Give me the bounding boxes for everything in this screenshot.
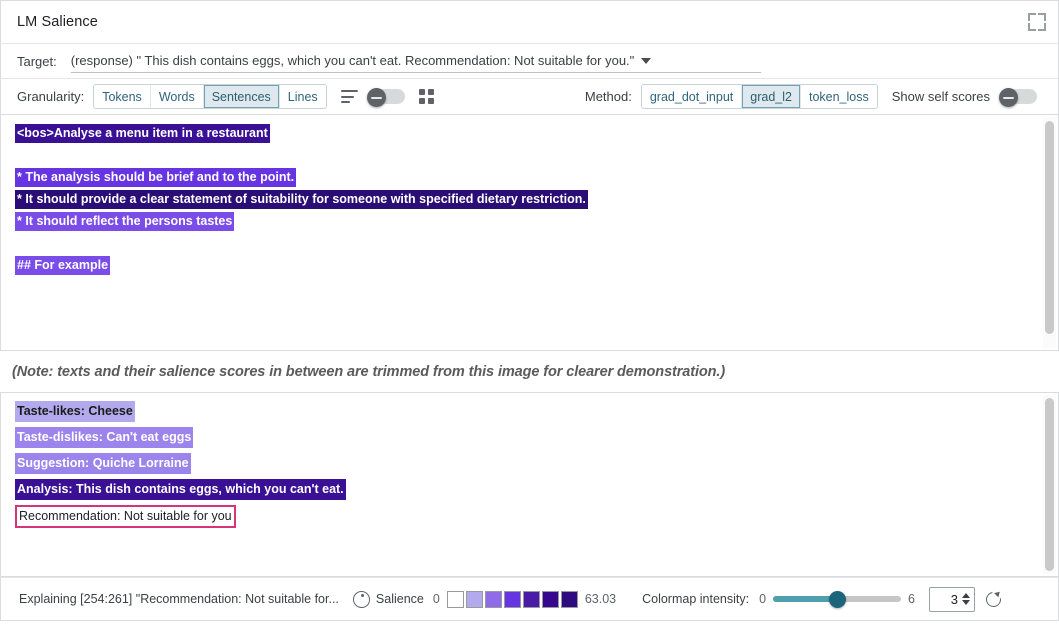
legend-max-value: 63.03	[584, 592, 617, 606]
salience-segment-row: <bos>Analyse a menu item in a restaurant	[15, 124, 1058, 143]
legend-min-value: 0	[432, 592, 440, 606]
toggle-knob	[366, 88, 386, 107]
salience-chip[interactable]: Taste-likes: Cheese	[15, 401, 135, 422]
salience-segment-row	[15, 234, 1058, 253]
color-palette-icon	[352, 590, 370, 608]
salience-chip[interactable]: Taste-dislikes: Can't eat eggs	[15, 427, 194, 448]
response-segment-list: Taste-likes: Cheese Taste-dislikes: Can'…	[1, 393, 1058, 537]
salience-segment-row	[15, 146, 1058, 165]
salience-chip[interactable]: ## For example	[15, 256, 111, 275]
target-selected-value: (response) " This dish contains eggs, wh…	[70, 53, 635, 68]
salience-chip[interactable]: * The analysis should be brief and to th…	[15, 168, 297, 187]
status-bar: Explaining [254:261] "Recommendation: No…	[0, 577, 1059, 621]
prompt-panel-scrollbar[interactable]	[1043, 117, 1056, 348]
scrollbar-thumb[interactable]	[1045, 398, 1054, 571]
slider-fill	[773, 596, 838, 602]
show-self-scores-label: Show self scores	[891, 89, 990, 104]
salience-chip[interactable]: <bos>Analyse a menu item in a restaurant	[15, 124, 270, 143]
prompt-segment-list: <bos>Analyse a menu item in a restaurant…	[1, 115, 1058, 306]
target-label: Target:	[17, 53, 57, 69]
legend-swatch	[446, 590, 464, 608]
salience-segment-row: * It should provide a clear statement of…	[15, 190, 1058, 209]
colormap-intensity-stepper[interactable]: 3	[929, 586, 975, 612]
controls-row: Granularity: Tokens Words Sentences Line…	[0, 79, 1059, 115]
salience-segment-row: * The analysis should be brief and to th…	[15, 168, 1058, 187]
legend-swatch	[503, 590, 521, 608]
show-self-scores-toggle[interactable]	[999, 88, 1037, 107]
method-option-grad-dot-input[interactable]: grad_dot_input	[641, 85, 743, 108]
colormap-intensity-slider[interactable]	[773, 590, 902, 608]
salience-chip[interactable]: * It should provide a clear statement of…	[15, 190, 588, 209]
legend-swatch	[560, 590, 578, 608]
granularity-label: Granularity:	[17, 89, 85, 104]
salience-legend-label: Salience	[375, 592, 424, 606]
salience-segment-row: Suggestion: Quiche Lorraine	[15, 453, 1058, 474]
granularity-segmented-control: Tokens Words Sentences Lines	[93, 84, 327, 109]
salience-segment-row: Recommendation: Not suitable for you	[15, 505, 1058, 528]
method-option-grad-l2[interactable]: grad_l2	[742, 85, 801, 108]
colormap-intensity-label: Colormap intensity:	[642, 592, 750, 606]
target-row: Target: (response) " This dish contains …	[0, 44, 1059, 79]
granularity-option-lines[interactable]: Lines	[279, 85, 326, 108]
prompt-salience-panel: <bos>Analyse a menu item in a restaurant…	[0, 115, 1059, 351]
salience-chip-selected[interactable]: Recommendation: Not suitable for you	[15, 505, 236, 528]
legend-swatch	[541, 590, 559, 608]
toggle-knob	[999, 88, 1018, 107]
method-label: Method:	[584, 89, 632, 104]
display-mode-toggle[interactable]	[366, 88, 405, 107]
slider-max-label: 6	[908, 592, 915, 606]
slider-min-label: 0	[759, 592, 767, 606]
granularity-option-sentences[interactable]: Sentences	[203, 85, 280, 108]
lm-salience-module: LM Salience Target: (response) " This di…	[0, 0, 1059, 629]
explaining-status-text: Explaining [254:261] "Recommendation: No…	[19, 592, 339, 606]
legend-swatch	[522, 590, 540, 608]
target-dropdown[interactable]: (response) " This dish contains eggs, wh…	[70, 49, 761, 73]
chevron-down-icon	[641, 57, 652, 64]
spinner-updown-icon[interactable]	[962, 593, 970, 605]
salience-segment-row: Analysis: This dish contains eggs, which…	[15, 479, 1058, 500]
salience-chip[interactable]: Analysis: This dish contains eggs, which…	[15, 479, 346, 500]
salience-chip[interactable]: Suggestion: Quiche Lorraine	[15, 453, 191, 474]
salience-segment-row: ## For example	[15, 256, 1058, 275]
response-salience-panel: Taste-likes: Cheese Taste-dislikes: Can'…	[0, 392, 1059, 577]
scrollbar-thumb[interactable]	[1045, 121, 1054, 334]
response-panel-scrollbar[interactable]	[1043, 395, 1056, 574]
trimmed-note: (Note: texts and their salience scores i…	[12, 364, 726, 380]
fullscreen-expand-icon[interactable]	[1028, 13, 1046, 31]
legend-swatch	[484, 590, 502, 608]
colormap-intensity-control: 0 6	[759, 590, 915, 608]
salience-segment-row: * It should reflect the persons tastes	[15, 212, 1058, 231]
salience-chip[interactable]: * It should reflect the persons tastes	[15, 212, 235, 231]
method-option-token-loss[interactable]: token_loss	[800, 85, 877, 108]
salience-segment-row	[15, 278, 1058, 297]
text-lines-icon[interactable]	[340, 90, 358, 103]
module-titlebar: LM Salience	[0, 0, 1059, 44]
slider-thumb[interactable]	[828, 591, 846, 608]
salience-colormap-legend	[446, 590, 578, 608]
method-segmented-control: grad_dot_input grad_l2 token_loss	[640, 84, 878, 109]
reset-circular-arrow-icon[interactable]	[983, 589, 1004, 610]
granularity-option-words[interactable]: Words	[150, 85, 204, 108]
stepper-value: 3	[950, 591, 958, 607]
salience-segment-row: Taste-likes: Cheese	[15, 401, 1058, 422]
grid-view-icon[interactable]	[418, 89, 434, 104]
granularity-option-tokens[interactable]: Tokens	[94, 85, 151, 108]
legend-swatch	[465, 590, 483, 608]
page-title: LM Salience	[17, 14, 98, 30]
salience-segment-row: Taste-dislikes: Can't eat eggs	[15, 427, 1058, 448]
